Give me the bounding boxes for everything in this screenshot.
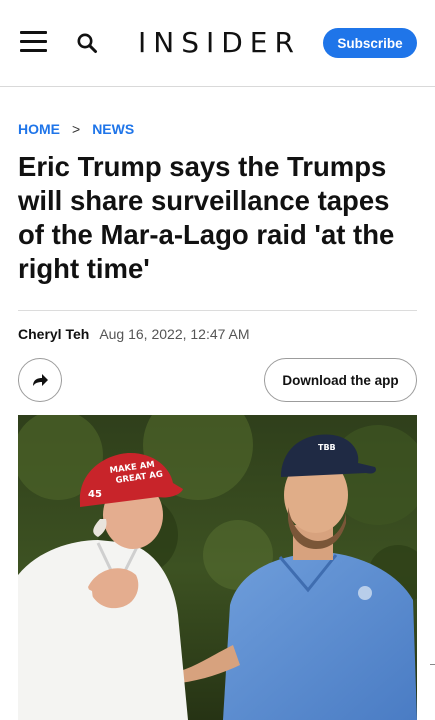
search-icon[interactable] [76, 32, 98, 54]
subscribe-button[interactable]: Subscribe [323, 28, 417, 58]
author-link[interactable]: Cheryl Teh [18, 326, 89, 342]
breadcrumb: HOME > NEWS [18, 121, 134, 137]
cap-logo-text: TBB [318, 443, 336, 452]
byline: Cheryl Teh Aug 16, 2022, 12:47 AM [18, 326, 250, 342]
hamburger-menu-icon[interactable] [20, 31, 48, 53]
site-logo[interactable]: INSIDER [138, 26, 301, 59]
publish-date: Aug 16, 2022, 12:47 AM [99, 326, 250, 342]
hero-image: TBB MAKE AM GREAT AG 45 [18, 415, 417, 720]
divider [18, 310, 417, 311]
breadcrumb-home-link[interactable]: HOME [18, 121, 60, 137]
breadcrumb-chevron-icon: > [72, 121, 81, 137]
download-app-button[interactable]: Download the app [264, 358, 417, 402]
breadcrumb-news-link[interactable]: NEWS [92, 121, 134, 137]
site-header: INSIDER Subscribe [0, 0, 435, 87]
share-button[interactable] [18, 358, 62, 402]
share-arrow-icon [33, 374, 48, 386]
cap-number: 45 [88, 489, 102, 500]
article-title: Eric Trump says the Trumps will share su… [18, 151, 395, 284]
scrollbar-mark [430, 664, 435, 665]
